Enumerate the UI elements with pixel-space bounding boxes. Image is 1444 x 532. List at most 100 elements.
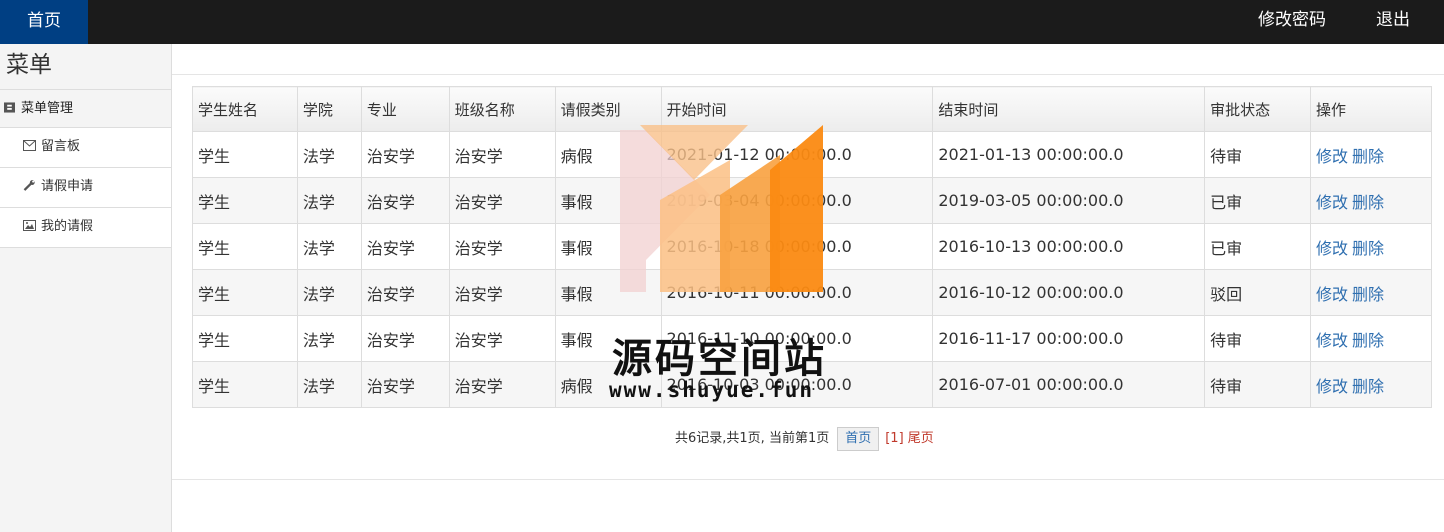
cell-start-time: 2016-10-03 00:00:00.0 [660,361,934,408]
cell-leave-type: 事假 [554,315,662,362]
cell-approval-status: 待审 [1204,315,1312,362]
pagination-last-link[interactable]: 尾页 [908,431,934,446]
cell-leave-type: 病假 [554,131,662,178]
header-major: 专业 [360,86,450,132]
cell-class-name: 治安学 [448,177,556,224]
cell-approval-status: 待审 [1204,361,1312,408]
change-password-link[interactable]: 修改密码 [1258,0,1326,44]
content-divider-bottom [172,479,1444,480]
envelope-icon [23,140,36,151]
edit-link[interactable]: 修改 [1316,331,1348,350]
cell-major: 治安学 [360,131,450,178]
cell-end-time: 2019-03-05 00:00:00.0 [932,177,1206,224]
cell-college: 法学 [296,131,362,178]
sidebar-title: 菜单 [0,44,171,90]
cell-start-time: 2021-01-12 00:00:00.0 [660,131,934,178]
header-class-name: 班级名称 [448,86,556,132]
delete-link[interactable]: 删除 [1352,331,1384,350]
picture-icon [23,220,36,231]
delete-link[interactable]: 删除 [1352,239,1384,258]
cell-actions: 修改 删除 [1310,177,1432,224]
cell-major: 治安学 [360,177,450,224]
pagination-summary: 共6记录,共1页, 当前第1页 [675,431,830,446]
cell-student-name: 学生 [192,315,298,362]
cell-college: 法学 [296,223,362,270]
book-icon [4,102,15,113]
table-header-row: 学生姓名 学院 专业 班级名称 请假类别 开始时间 结束时间 审批状态 操作 [192,86,1432,132]
cell-start-time: 2019-03-04 00:00:00.0 [660,177,934,224]
leave-table: 学生姓名 学院 专业 班级名称 请假类别 开始时间 结束时间 审批状态 操作 学… [192,86,1432,408]
cell-approval-status: 已审 [1204,177,1312,224]
cell-actions: 修改 删除 [1310,223,1432,270]
cell-college: 法学 [296,269,362,316]
delete-link[interactable]: 删除 [1352,147,1384,166]
pagination-first-button[interactable]: 首页 [837,427,880,451]
wrench-icon [23,180,35,191]
cell-leave-type: 事假 [554,269,662,316]
header-start-time: 开始时间 [660,86,934,132]
edit-link[interactable]: 修改 [1316,193,1348,212]
cell-major: 治安学 [360,361,450,408]
cell-start-time: 2016-11-10 00:00:00.0 [660,315,934,362]
table-row: 学生 法学 治安学 治安学 事假 2016-11-10 00:00:00.0 2016-11… [192,315,1432,362]
header-actions: 操作 [1310,86,1432,132]
edit-link[interactable]: 修改 [1316,285,1348,304]
sidebar-group-menu-manage[interactable]: 菜单管理 [0,90,171,128]
table-row: 学生 法学 治安学 治安学 病假 2016-10-03 00:00:00.0 2016-07… [192,361,1432,408]
table-row: 学生 法学 治安学 治安学 事假 2016-10-11 00:00:00.0 2016-10… [192,269,1432,316]
cell-student-name: 学生 [192,223,298,270]
sidebar-group-label: 菜单管理 [21,101,74,116]
cell-class-name: 治安学 [448,361,556,408]
edit-link[interactable]: 修改 [1316,239,1348,258]
header-leave-type: 请假类别 [554,86,662,132]
cell-student-name: 学生 [192,361,298,408]
cell-end-time: 2016-10-12 00:00:00.0 [932,269,1206,316]
cell-class-name: 治安学 [448,131,556,178]
header-student-name: 学生姓名 [192,86,298,132]
cell-student-name: 学生 [192,269,298,316]
edit-link[interactable]: 修改 [1316,377,1348,396]
edit-link[interactable]: 修改 [1316,147,1348,166]
cell-actions: 修改 删除 [1310,361,1432,408]
cell-college: 法学 [296,361,362,408]
pagination-current-page[interactable]: [1] [885,431,903,446]
sidebar-item-leave-request[interactable]: 请假申请 [0,168,171,208]
delete-link[interactable]: 删除 [1352,285,1384,304]
cell-class-name: 治安学 [448,269,556,316]
table-row: 学生 法学 治安学 治安学 事假 2019-03-04 00:00:00.0 2019-03… [192,177,1432,224]
header-end-time: 结束时间 [932,86,1206,132]
cell-major: 治安学 [360,223,450,270]
content-divider-top [172,74,1444,75]
cell-college: 法学 [296,315,362,362]
header-approval-status: 审批状态 [1204,86,1312,132]
cell-approval-status: 驳回 [1204,269,1312,316]
cell-student-name: 学生 [192,177,298,224]
cell-class-name: 治安学 [448,315,556,362]
cell-end-time: 2016-07-01 00:00:00.0 [932,361,1206,408]
delete-link[interactable]: 删除 [1352,377,1384,396]
cell-end-time: 2021-01-13 00:00:00.0 [932,131,1206,178]
home-tab[interactable]: 首页 [0,0,88,44]
sidebar-item-label: 请假申请 [41,179,94,194]
cell-student-name: 学生 [192,131,298,178]
logout-link[interactable]: 退出 [1376,0,1410,44]
header-college: 学院 [296,86,362,132]
sidebar-item-label: 留言板 [41,139,81,154]
cell-start-time: 2016-10-18 00:00:00.0 [660,223,934,270]
table-row: 学生 法学 治安学 治安学 事假 2016-10-18 00:00:00.0 2016-10… [192,223,1432,270]
delete-link[interactable]: 删除 [1352,193,1384,212]
cell-leave-type: 事假 [554,177,662,224]
cell-leave-type: 病假 [554,361,662,408]
cell-approval-status: 已审 [1204,223,1312,270]
top-nav-bar: 首页 修改密码 退出 [0,0,1444,44]
cell-start-time: 2016-10-11 00:00:00.0 [660,269,934,316]
pagination: 共6记录,共1页, 当前第1页 首页 [1] 尾页 [675,427,934,451]
sidebar-item-my-leave[interactable]: 我的请假 [0,208,171,248]
cell-end-time: 2016-10-13 00:00:00.0 [932,223,1206,270]
cell-college: 法学 [296,177,362,224]
sidebar-item-message-board[interactable]: 留言板 [0,128,171,168]
cell-class-name: 治安学 [448,223,556,270]
cell-major: 治安学 [360,315,450,362]
cell-approval-status: 待审 [1204,131,1312,178]
cell-major: 治安学 [360,269,450,316]
